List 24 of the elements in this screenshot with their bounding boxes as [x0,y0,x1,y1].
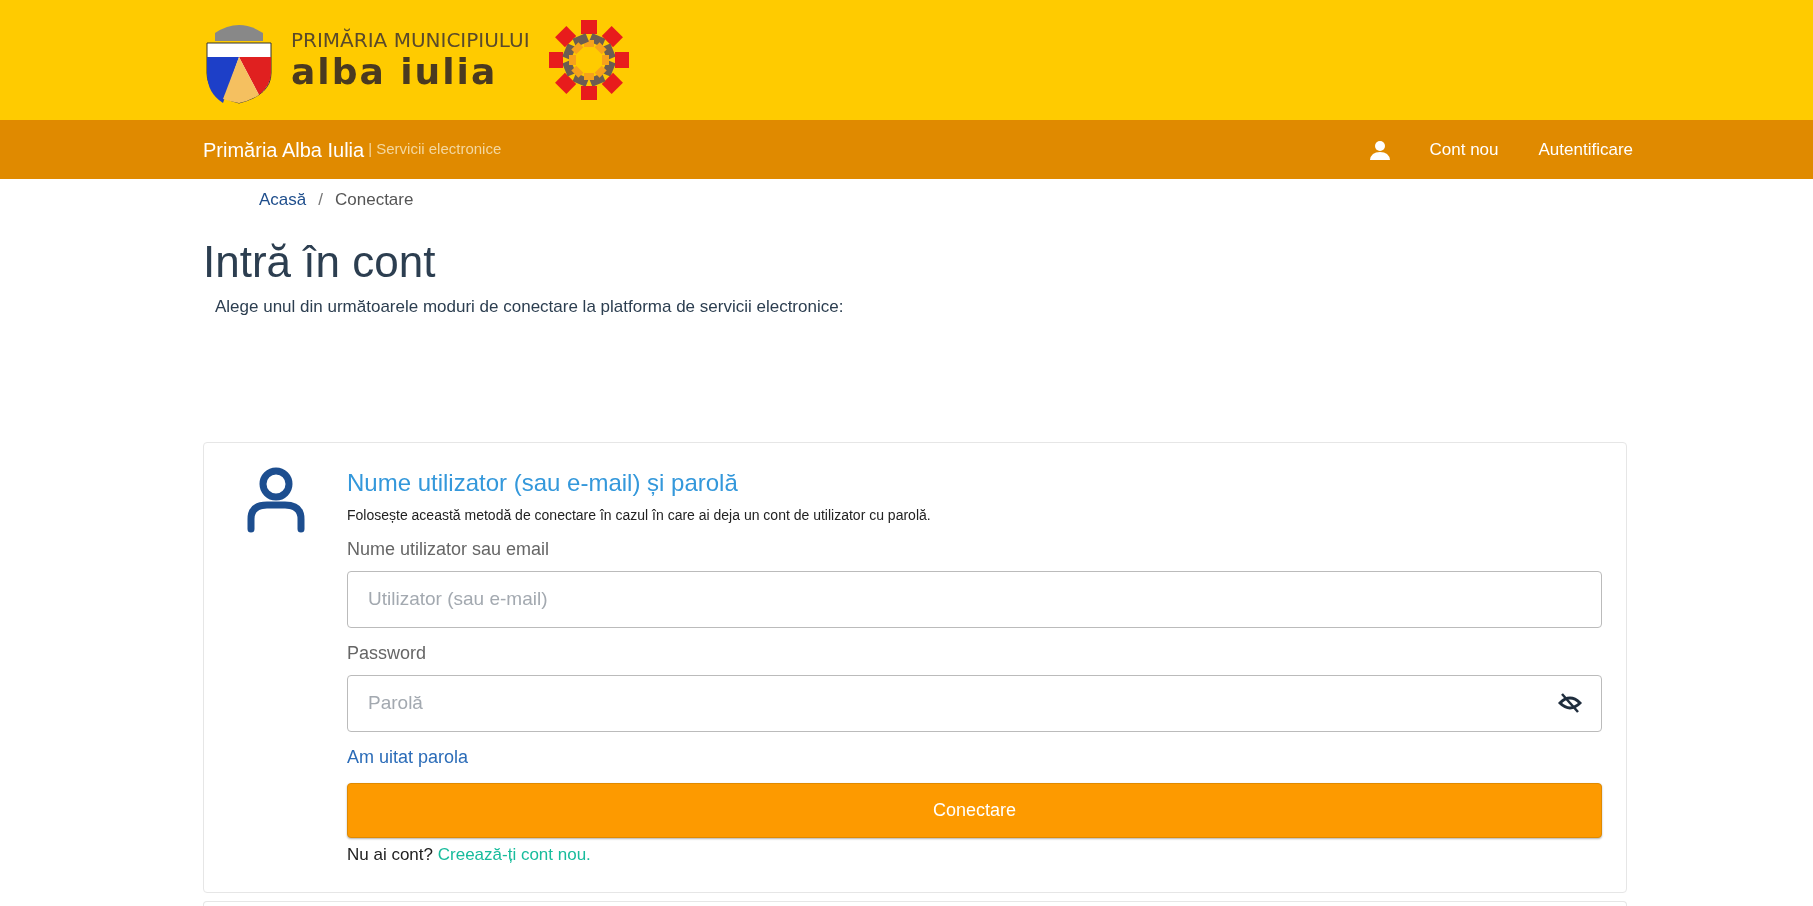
nav-link[interactable]: Cont nou [1429,136,1499,163]
user-icon [1369,139,1390,160]
site-tagline: | Servicii electronice [368,139,502,160]
intro-text: Alege unul din următoarele moduri de conectare la platforma de servicii electronice: [215,296,845,319]
hidden-eye-icon[interactable] [1558,692,1582,713]
signup-link[interactable]: Creează-ți cont nou. [437,844,591,864]
user-icon [246,466,305,533]
breadcrumb-link[interactable]: Acasă [259,187,307,213]
page-title: Intră în cont [203,235,437,288]
nav-link[interactable]: Autentificare [1538,136,1633,163]
card-heading: Nume utilizator (sau e-mail) și parolă [347,467,739,498]
brand-link[interactable]: Primăria Alba Iulia [203,134,365,165]
breadcrumb-current: Conectare [335,189,414,211]
logo-wordmark: alba iulia [291,54,499,90]
signup-prompt: Nu ai cont? Creează-ți cont nou. [347,843,592,866]
field-label: Nume utilizator sau email [347,537,551,561]
login-button[interactable]: Conectare [347,782,1602,838]
password-field[interactable]: Parolă [347,674,1602,732]
forgot-password-link[interactable]: Am uitat parola [347,743,469,771]
username-field[interactable]: Utilizator (sau e-mail) [347,570,1602,628]
card-description: Folosește această metodă de conectare în cazul în care ai deja un cont de utilizator cu parolă. [347,505,932,525]
logo-tagline: PRIMĂRIA MUNICIPIULUI [291,30,530,50]
field-label: Password [347,641,428,665]
breadcrumb-separator: / [318,189,323,211]
